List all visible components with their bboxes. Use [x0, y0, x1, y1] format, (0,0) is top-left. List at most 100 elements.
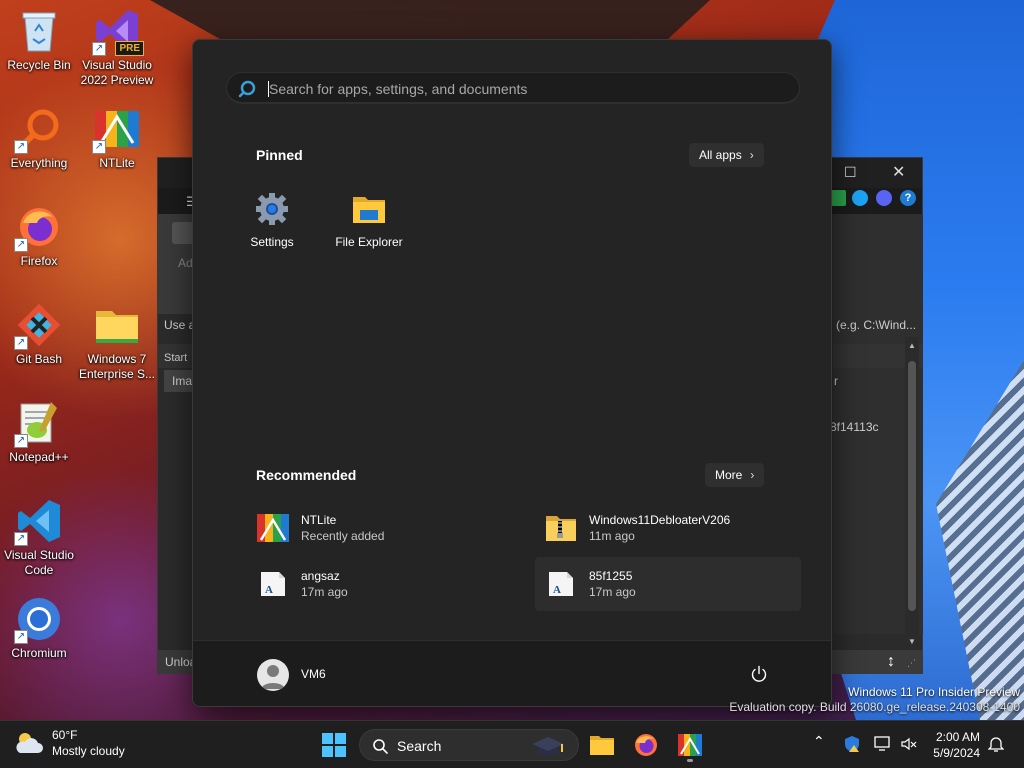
desktop-icon-firefox[interactable]: ↗ Firefox — [0, 204, 79, 269]
scroll-up-icon[interactable]: ▲ — [908, 341, 916, 350]
gear-icon — [254, 191, 290, 227]
desktop-icon-label: Notepad++ — [9, 450, 69, 464]
desktop-icon-git-bash[interactable]: ↗ Git Bash — [0, 302, 79, 367]
zip-folder-icon — [545, 512, 577, 544]
ntlite-icon — [257, 512, 289, 544]
desktop-icon-visual-studio-code[interactable]: ↗ Visual Studio Code — [0, 498, 79, 578]
desktop-icon-label: Git Bash — [15, 352, 63, 366]
preview-badge: PRE — [115, 41, 144, 56]
path-hint-fragment: (e.g. C:\Wind... — [836, 318, 917, 332]
hash-fragment: 8f14113c — [830, 420, 879, 434]
start-column-fragment: Start — [164, 352, 188, 364]
recommended-name: NTLite — [301, 512, 337, 527]
shortcut-arrow-icon: ↗ — [14, 532, 28, 546]
desktop-icon-label: Windows 7 Enterprise S... — [78, 352, 156, 381]
chevron-right-icon: › — [749, 148, 754, 162]
search-icon — [238, 80, 256, 98]
pinned-app-file-explorer[interactable]: File Explorer — [321, 191, 417, 249]
recommended-item-85f1255[interactable]: A 85f1255 17m ago — [535, 557, 801, 611]
more-button[interactable]: More › — [705, 463, 765, 487]
volume-muted-icon[interactable] — [900, 735, 918, 756]
shortcut-arrow-icon: ↗ — [14, 336, 28, 350]
recommended-name: 85f1255 — [589, 568, 633, 583]
chromium-icon: ↗ — [14, 596, 62, 644]
desktop-icon-notepad-plus-plus[interactable]: ↗ Notepad++ — [0, 400, 79, 465]
recommended-subtitle: Recently added — [301, 528, 385, 543]
upload-arrow-icon[interactable] — [830, 190, 846, 206]
help-icon[interactable]: ? — [900, 190, 916, 206]
svg-text:A: A — [553, 584, 561, 596]
pinned-app-label: Settings — [250, 235, 294, 249]
resize-grip-icon[interactable]: ⋰ — [907, 658, 916, 669]
taskbar-clock[interactable]: 2:00 AM 5/9/2024 — [924, 729, 980, 761]
start-button[interactable] — [316, 727, 352, 763]
pinned-app-label: File Explorer — [335, 235, 403, 249]
all-apps-label: All apps — [699, 148, 742, 162]
firefox-icon — [635, 734, 657, 756]
visual-studio-icon: PRE ↗ — [92, 8, 144, 56]
user-icon — [261, 665, 285, 689]
recommended-name: Windows11DebloaterV206 — [589, 512, 731, 527]
notification-bell-icon[interactable] — [987, 735, 1005, 756]
power-button[interactable] — [750, 665, 768, 683]
all-apps-button[interactable]: All apps › — [689, 143, 764, 167]
firefox-icon: ↗ — [14, 204, 62, 252]
window-scrollbar[interactable]: ▲ ▼ — [905, 337, 919, 650]
taskbar: 60°F Mostly cloudy Search ⌃ 2:00 AM 5/9/… — [0, 720, 1024, 768]
everything-magnifier-icon: ↗ — [14, 106, 62, 154]
use-label-fragment: Use a — [164, 318, 196, 332]
shortcut-arrow-icon: ↗ — [14, 630, 28, 644]
pinned-title: Pinned — [256, 147, 303, 163]
desktop-icon-label: Everything — [10, 156, 68, 170]
graduation-cap-icon — [532, 737, 564, 756]
desktop-icon-visual-studio-2022-preview[interactable]: PRE ↗ Visual Studio 2022 Preview — [77, 8, 157, 88]
taskbar-search-box[interactable]: Search — [359, 729, 579, 761]
security-shield-icon[interactable] — [843, 735, 861, 756]
network-icon[interactable] — [874, 735, 894, 756]
desktop-icon-ntlite[interactable]: ↗ NTLite — [77, 106, 157, 171]
desktop-icon-windows-7-enterprise[interactable]: Windows 7 Enterprise S... — [77, 302, 157, 382]
clock-time: 2:00 AM — [935, 730, 980, 744]
cloudy-weather-icon — [16, 733, 43, 753]
desktop-icon-label: Visual Studio 2022 Preview — [80, 58, 154, 87]
ntlite-icon — [678, 734, 702, 756]
pinned-app-settings[interactable]: Settings — [224, 191, 320, 249]
weather-widget[interactable]: 60°F Mostly cloudy — [14, 727, 125, 759]
resize-cursor-icon: ↕ — [887, 653, 895, 670]
recommended-item-windows11debloater[interactable]: Windows11DebloaterV206 11m ago — [535, 501, 801, 555]
recommended-item-ntlite[interactable]: NTLite Recently added — [247, 501, 513, 555]
taskbar-ntlite[interactable] — [672, 727, 708, 763]
more-label: More — [715, 468, 743, 482]
desktop-icon-label: Recycle Bin — [7, 58, 71, 72]
taskbar-file-explorer[interactable] — [584, 727, 620, 763]
user-name[interactable]: VM6 — [301, 667, 326, 681]
shortcut-arrow-icon: ↗ — [14, 140, 28, 154]
folder-icon — [94, 302, 140, 348]
desktop-icon-everything[interactable]: ↗ Everything — [0, 106, 79, 171]
shortcut-arrow-icon: ↗ — [92, 42, 106, 56]
svg-text:A: A — [265, 584, 273, 596]
add-label-fragment: Ad — [178, 256, 193, 270]
recommended-subtitle: 11m ago — [589, 528, 635, 543]
desktop-icon-recycle-bin[interactable]: Recycle Bin — [0, 8, 79, 73]
search-placeholder: Search for apps, settings, and documents — [269, 81, 528, 97]
clock-date: 5/9/2024 — [933, 746, 980, 760]
shortcut-arrow-icon: ↗ — [14, 238, 28, 252]
search-icon — [373, 739, 388, 754]
desktop-icon-label: Firefox — [20, 254, 58, 268]
taskbar-firefox[interactable] — [628, 727, 664, 763]
scroll-down-icon[interactable]: ▼ — [908, 637, 916, 646]
user-avatar[interactable] — [257, 659, 289, 691]
scroll-thumb[interactable] — [908, 361, 916, 611]
show-hidden-icons-chevron-icon[interactable]: ⌃ — [813, 733, 825, 750]
add-icon[interactable] — [172, 222, 194, 244]
recommended-title: Recommended — [256, 467, 357, 483]
discord-icon[interactable] — [876, 190, 892, 206]
maximize-button[interactable]: ☐ — [844, 164, 857, 181]
desktop-icon-chromium[interactable]: ↗ Chromium — [0, 596, 79, 661]
taskbar-search-label: Search — [397, 738, 442, 754]
close-button[interactable]: ✕ — [892, 162, 905, 182]
start-search-input[interactable]: Search for apps, settings, and documents — [226, 72, 800, 104]
recommended-item-angsaz[interactable]: A angsaz 17m ago — [247, 557, 513, 611]
twitter-icon[interactable] — [852, 190, 868, 206]
